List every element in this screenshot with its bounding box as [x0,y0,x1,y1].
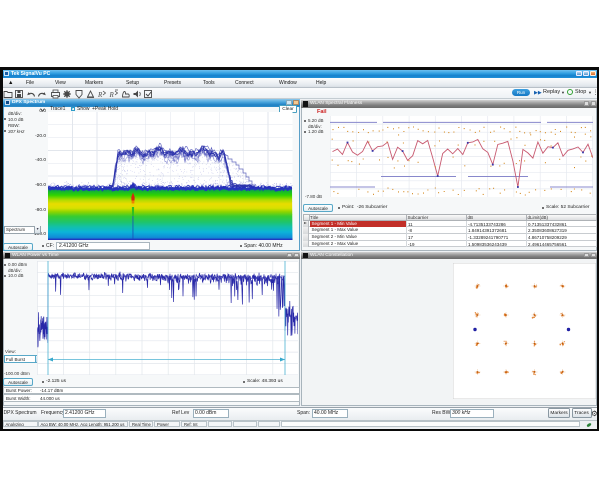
svg-text:R: R [108,91,114,99]
svg-text:R: R [97,91,103,99]
